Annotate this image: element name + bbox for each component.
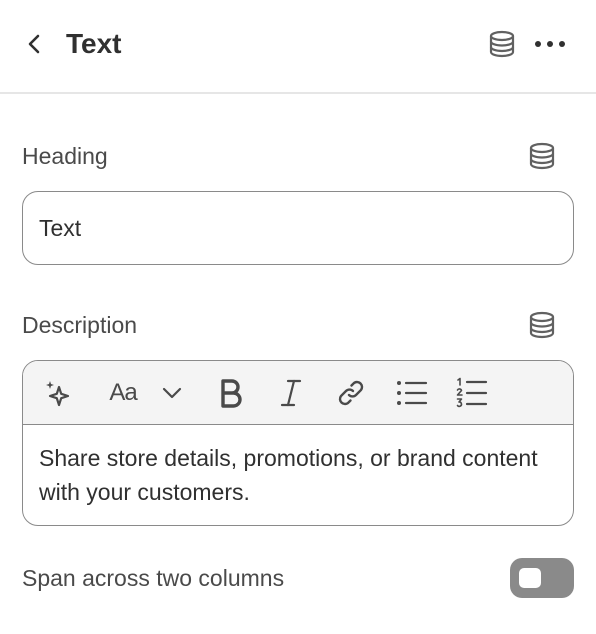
description-text-area[interactable]: Share store details, promotions, or bran… [39,441,557,509]
link-button[interactable] [333,373,369,413]
text-style-dropdown-button[interactable] [157,373,187,413]
description-label: Description [22,312,138,338]
text-style-label: Aa [109,379,137,406]
numbered-list-icon [456,377,488,408]
toggle-knob [519,568,541,588]
database-icon [529,311,555,339]
numbered-list-button[interactable] [453,373,491,413]
panel-header: Text [0,0,596,94]
text-style-button[interactable]: Aa [105,373,141,413]
more-actions-button[interactable] [532,26,568,62]
database-icon [529,142,555,170]
italic-icon [280,379,302,407]
chevron-left-icon [28,34,40,54]
description-dynamic-source-button[interactable] [524,307,560,343]
database-icon [489,30,515,58]
heading-input[interactable] [22,191,574,265]
connect-dynamic-source-button[interactable] [484,26,520,62]
page-title: Text [66,28,122,59]
span-two-columns-toggle[interactable] [510,558,574,598]
link-icon [338,380,364,406]
italic-button[interactable] [273,373,309,413]
ellipsis-horizontal-icon [535,41,565,47]
rich-text-toolbar: Aa [23,361,573,425]
span-two-columns-label: Span across two columns [22,565,285,591]
heading-dynamic-source-button[interactable] [524,138,560,174]
heading-label: Heading [22,143,108,169]
back-button[interactable] [16,26,52,62]
bold-button[interactable] [213,373,249,413]
bulleted-list-button[interactable] [393,373,431,413]
rich-text-editor: Aa Share store details, promotions, or b… [22,360,574,526]
bold-icon [221,379,242,408]
bulleted-list-icon [397,381,428,405]
sparkle-icon [46,381,70,407]
chevron-down-icon [162,387,182,399]
ai-generate-button[interactable] [37,373,77,413]
